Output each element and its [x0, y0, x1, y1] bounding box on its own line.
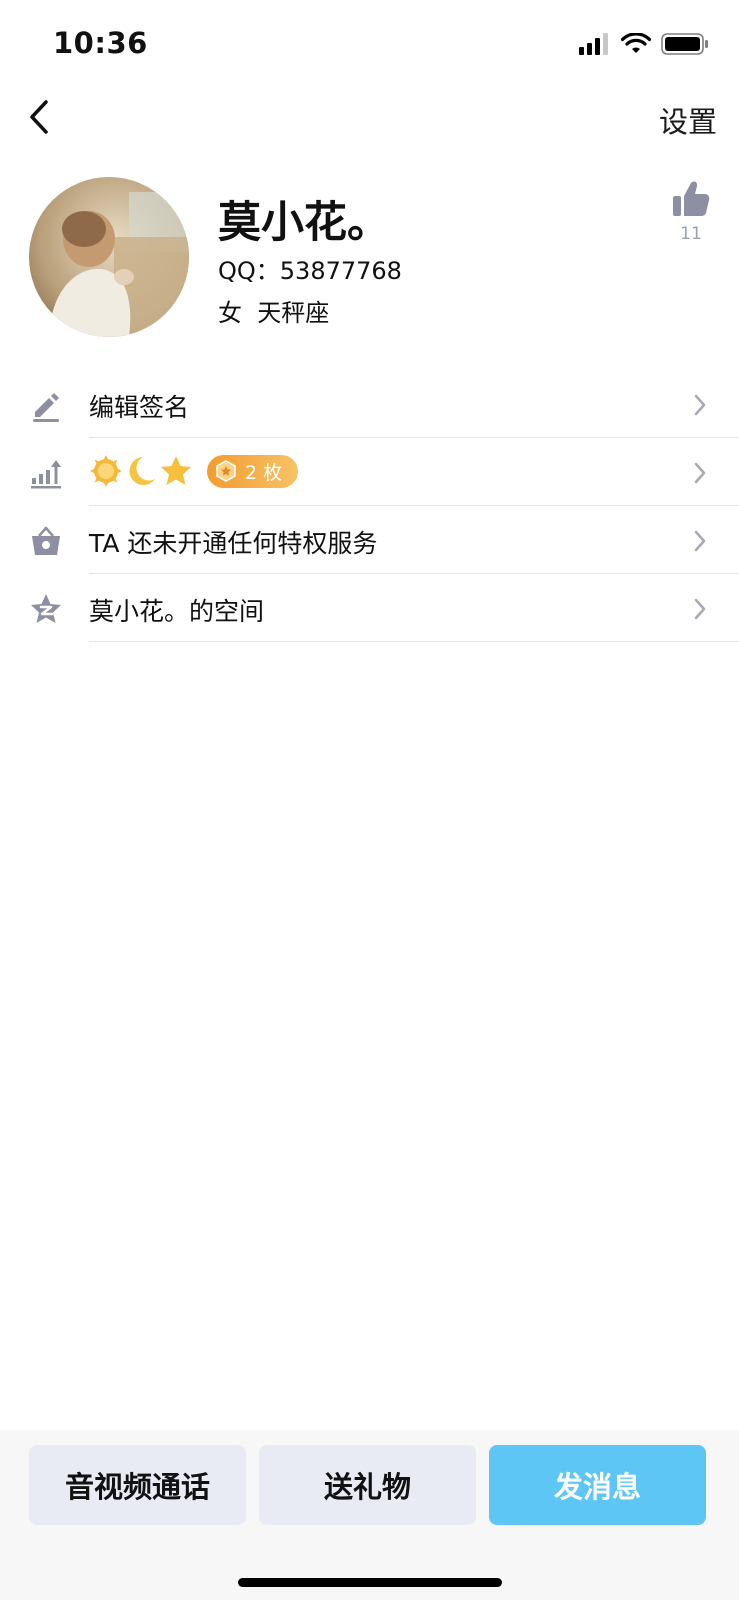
vip-basket-icon	[32, 526, 60, 555]
send-gift-button[interactable]: 送礼物	[259, 1445, 476, 1525]
status-bar: 10:36	[0, 0, 739, 90]
avatar-photo	[29, 177, 189, 337]
list-item-privileges[interactable]: TA 还未开通任何特权服务	[0, 506, 739, 574]
qq-number: QQ：53877768	[218, 257, 402, 285]
back-button[interactable]	[24, 96, 64, 140]
video-call-button[interactable]: 音视频通话	[29, 1445, 246, 1525]
medal-icon	[216, 460, 236, 482]
medal-count-label: 2 枚	[245, 461, 283, 484]
qzone-label: 莫小花。的空间	[89, 597, 265, 626]
qzone-star-icon	[31, 594, 61, 623]
level-badges: 2 枚	[89, 454, 299, 488]
moon-badge-icon	[129, 457, 155, 485]
list-item-level[interactable]: 2 枚	[0, 438, 739, 506]
medal-count-pill[interactable]: 2 枚	[207, 454, 299, 488]
send-message-button[interactable]: 发消息	[489, 1445, 706, 1525]
status-icons	[579, 30, 709, 58]
thumbs-up-icon	[673, 181, 710, 216]
bottom-action-bar: 音视频通话 送礼物 发消息	[0, 1430, 739, 1600]
list-item-edit-signature[interactable]: 编辑签名	[0, 370, 739, 438]
chevron-right-icon	[694, 462, 706, 484]
status-time: 10:36	[53, 26, 148, 60]
edit-signature-label: 编辑签名	[89, 393, 190, 422]
privileges-label: TA 还未开通任何特权服务	[89, 529, 378, 558]
chevron-right-icon	[694, 598, 706, 620]
profile-info: 女 天秤座	[218, 293, 329, 328]
divider	[89, 641, 739, 642]
chevron-right-icon	[694, 530, 706, 552]
profile-name: 莫小花。	[218, 198, 390, 248]
zodiac-label: 天秤座	[257, 299, 330, 327]
list-item-qzone[interactable]: 莫小花。的空间	[0, 574, 739, 642]
chevron-left-icon	[30, 100, 48, 134]
like-count: 11	[680, 224, 702, 244]
profile-menu-list: 编辑签名 2 枚 TA 还未开通任何特权服务 莫小花。的空间	[0, 370, 739, 642]
battery-icon	[661, 33, 708, 55]
gender-label: 女	[218, 299, 242, 327]
level-up-icon	[31, 460, 61, 489]
signal-icon	[579, 33, 608, 55]
pencil-icon	[33, 393, 59, 422]
chevron-right-icon	[694, 394, 706, 416]
star-badge-icon	[161, 456, 191, 485]
like-button[interactable]: 11	[666, 180, 716, 244]
wifi-icon	[621, 33, 651, 53]
sun-badge-icon	[90, 455, 122, 487]
home-indicator[interactable]	[238, 1578, 502, 1587]
avatar[interactable]	[29, 177, 189, 337]
settings-button[interactable]: 设置	[659, 99, 717, 141]
